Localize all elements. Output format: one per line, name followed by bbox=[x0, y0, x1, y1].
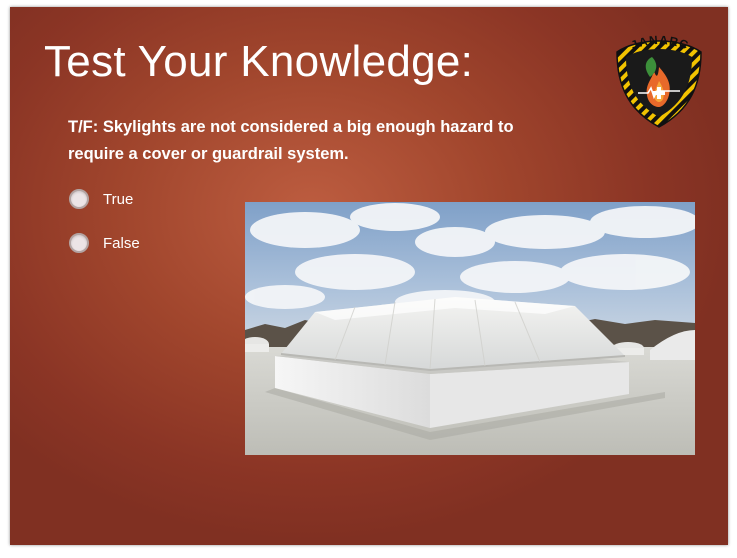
question-text: T/F: Skylights are not considered a big … bbox=[68, 118, 514, 163]
radio-true[interactable] bbox=[69, 189, 89, 209]
option-true-label: True bbox=[103, 190, 134, 208]
option-false-label: False bbox=[103, 234, 140, 252]
option-true[interactable]: True bbox=[69, 187, 133, 211]
slide-frame: Test Your Knowledge: T/F: Skylights are … bbox=[0, 0, 737, 558]
skylight-photo bbox=[245, 202, 695, 455]
janarc-logo: JANARC bbox=[616, 33, 702, 128]
option-false[interactable]: False bbox=[69, 231, 140, 255]
radio-false[interactable] bbox=[69, 233, 89, 253]
slide-title: Test Your Knowledge: bbox=[44, 37, 474, 86]
slide: Test Your Knowledge: T/F: Skylights are … bbox=[10, 7, 728, 545]
shield-icon bbox=[616, 40, 702, 128]
